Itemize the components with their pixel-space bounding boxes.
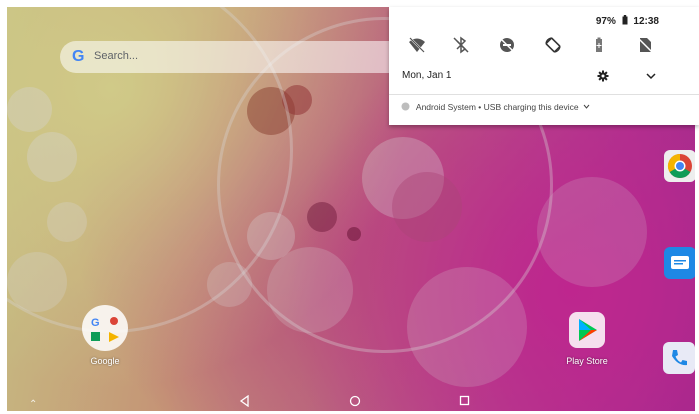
notification-text: USB charging this device: [483, 102, 579, 112]
navigation-bar: [7, 391, 695, 411]
no-sim-icon[interactable]: [635, 35, 655, 55]
battery-percent: 97%: [595, 16, 616, 27]
google-folder-icon: G: [91, 317, 119, 342]
phone-app-icon[interactable]: [663, 342, 695, 374]
status-bar: 97% 12:38: [596, 15, 659, 27]
expand-chevron-down-icon[interactable]: [646, 72, 656, 80]
notification-app: Android System: [415, 102, 476, 112]
play-store-app[interactable]: [569, 312, 605, 348]
wifi-off-icon[interactable]: [407, 35, 427, 55]
app-label-google: Google: [90, 356, 120, 366]
divider: [389, 94, 699, 95]
battery-icon: [622, 15, 628, 25]
back-icon[interactable]: [239, 395, 251, 407]
auto-rotate-icon[interactable]: [543, 35, 563, 55]
settings-gear-icon[interactable]: [597, 70, 609, 82]
google-folder[interactable]: G: [82, 305, 128, 351]
phone-icon: [672, 350, 687, 366]
search-placeholder: Search...: [94, 50, 139, 62]
app-label-play-store: Play Store: [566, 356, 608, 366]
google-g-icon: G: [72, 48, 85, 65]
svg-text:G: G: [91, 317, 100, 329]
chrome-icon: [667, 154, 692, 179]
chevron-down-icon: [583, 104, 590, 109]
play-store-icon: [579, 319, 597, 341]
battery-saver-icon[interactable]: [589, 35, 609, 55]
dnd-off-icon[interactable]: [497, 35, 517, 55]
notification-shade: 97% 12:38 Mon, Jan 1 Android System • US…: [389, 7, 699, 125]
date-label: Mon, Jan 1: [402, 70, 452, 81]
home-icon[interactable]: [349, 395, 361, 407]
message-icon: [671, 256, 689, 269]
chrome-app-icon[interactable]: [664, 150, 695, 182]
recents-icon[interactable]: [459, 395, 471, 407]
messages-app-icon[interactable]: [664, 247, 695, 279]
android-system-icon: [401, 102, 410, 111]
usb-charging-notification[interactable]: Android System • USB charging this devic…: [401, 102, 590, 112]
notification-separator: •: [478, 102, 482, 112]
clock: 12:38: [633, 16, 659, 27]
bluetooth-off-icon[interactable]: [451, 35, 471, 55]
